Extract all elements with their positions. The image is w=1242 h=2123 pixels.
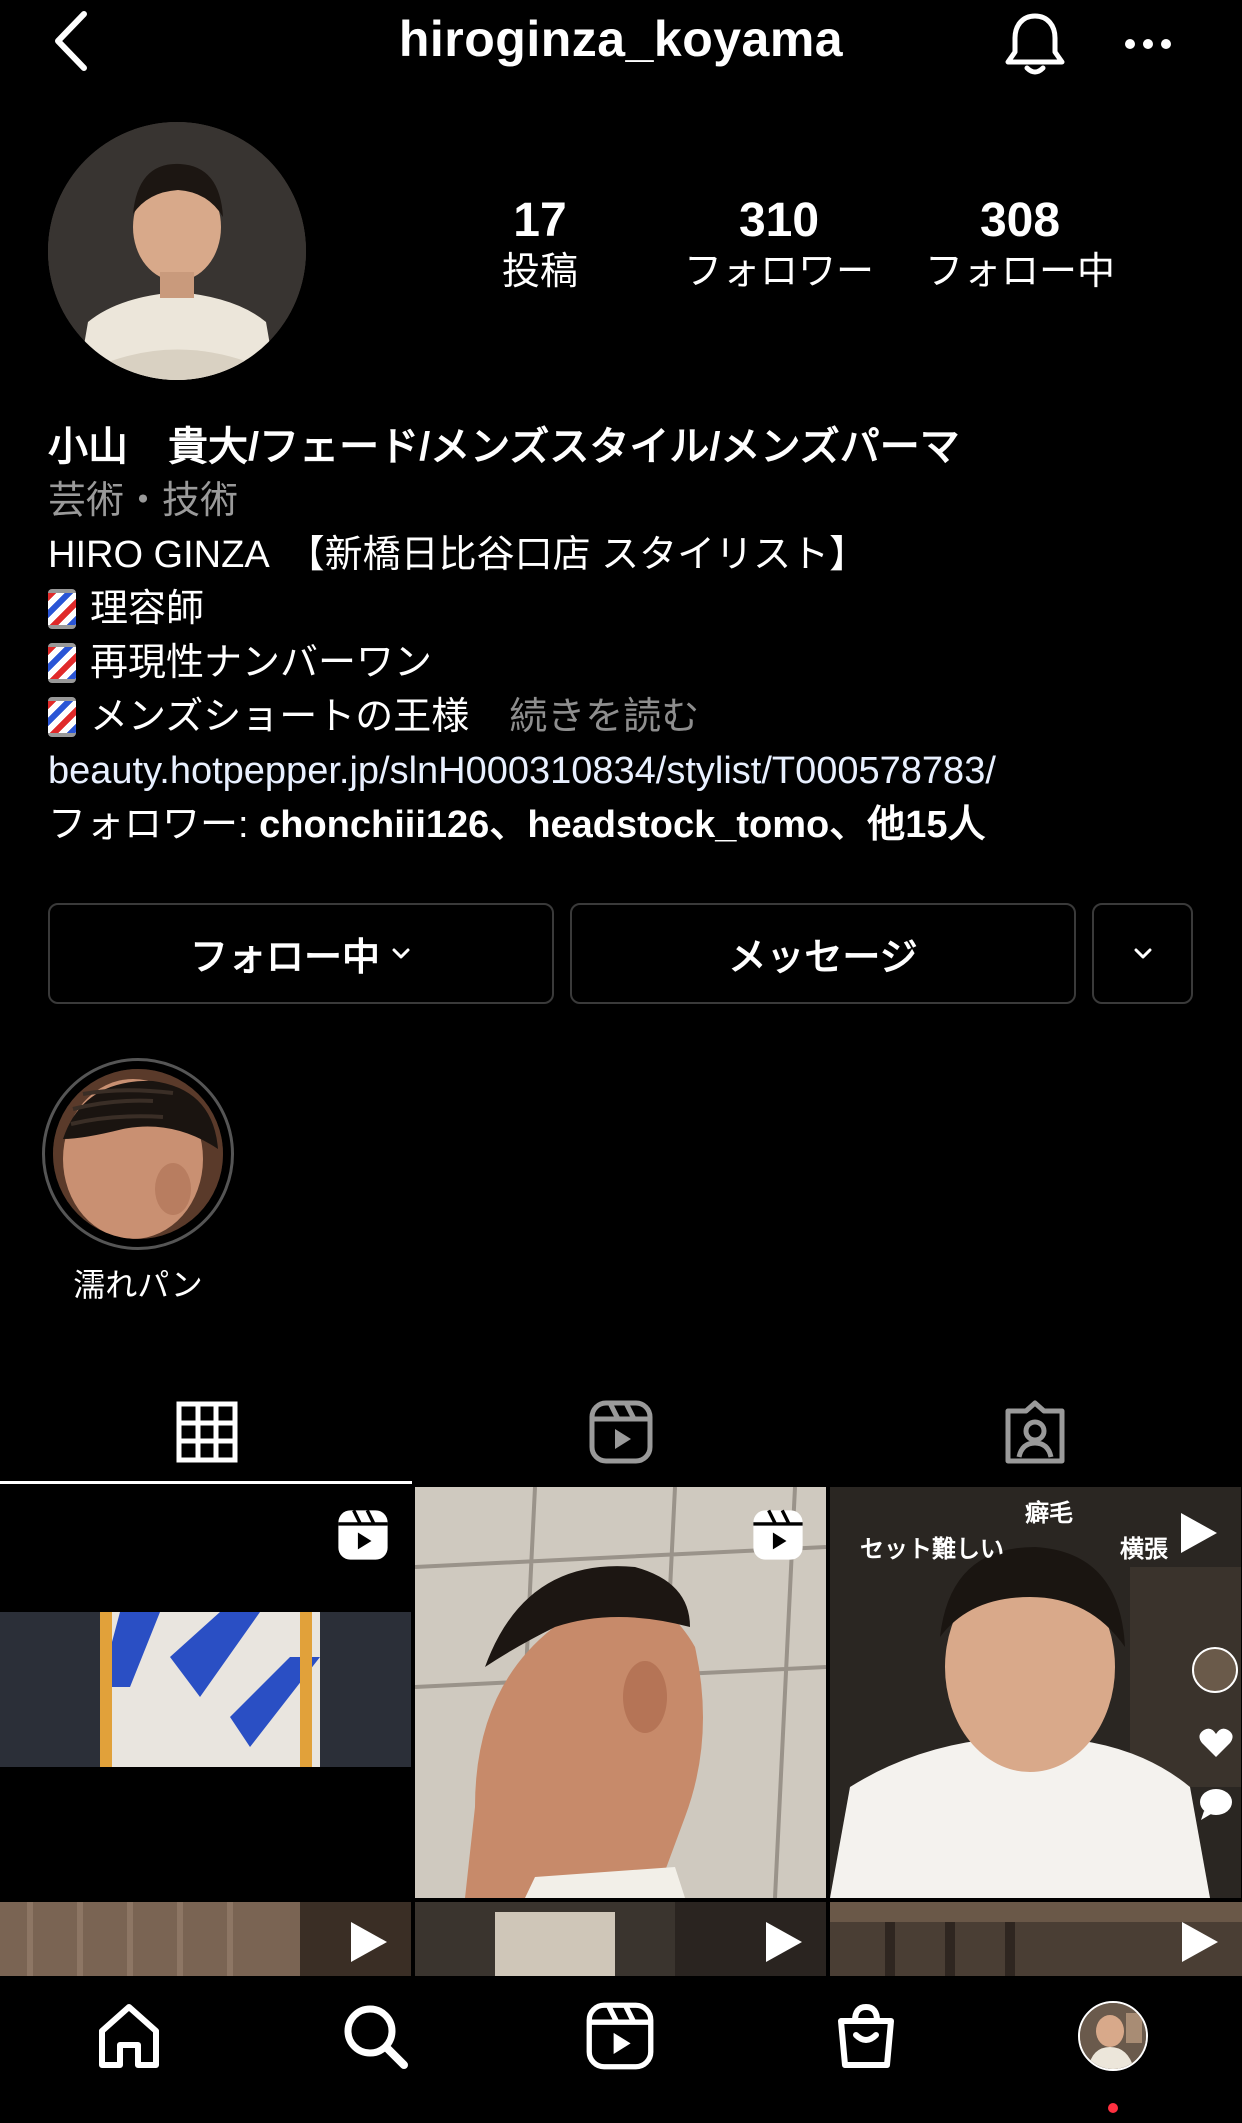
profile-avatar[interactable] [48,122,306,380]
post-thumbnail[interactable] [415,1487,826,1898]
search-icon [340,2001,410,2071]
followers-count[interactable]: 310 フォロワー [669,194,889,296]
reels-icon [750,1507,806,1563]
followed-by-names: chonchiii126、headstock_tomo、他15人 [259,804,986,846]
following-button[interactable]: フォロー中 [48,903,554,1004]
profile-tabs [0,1380,1242,1484]
post-thumbnail[interactable]: 癖毛 セット難しい 横張 [830,1487,1241,1898]
followers-value: 310 [738,194,820,247]
bio-line-3: 再現性ナンバーワン [48,636,1218,690]
post-overlay-text-top: 癖毛 [1025,1500,1073,1527]
profile-avatar-icon [1078,2001,1148,2071]
reels-icon [335,1507,391,1563]
reels-icon [588,1399,654,1465]
tab-tagged[interactable] [828,1380,1242,1484]
following-label: フォロー中 [924,251,1115,294]
shopping-bag-icon [831,2001,901,2071]
profile-full-name: 小山 貴大/フェード/メンズスタイル/メンズパーマ [48,425,960,469]
followed-by-prefix: フォロワー: [48,804,260,846]
chevron-down-icon [390,943,412,965]
notification-dot [1108,2103,1118,2113]
bottom-navigation [0,1976,1242,2123]
message-button-label: メッセージ [728,937,918,979]
suggested-accounts-button[interactable] [1092,903,1193,1004]
active-tab-indicator [0,1481,412,1484]
barber-pole-icon [48,697,76,737]
bio-line-3-text: 再現性ナンバーワン [90,642,433,684]
nav-reels[interactable] [580,1996,660,2076]
post-thumbnail[interactable] [0,1487,411,1898]
story-highlight[interactable] [42,1058,234,1250]
bio-line-4: メンズショートの王様 続きを読む [48,690,1218,744]
post-thumbnail[interactable] [0,1902,411,1976]
following-value: 308 [979,194,1061,247]
play-icon [343,1918,391,1966]
nav-profile[interactable] [1073,1996,1153,2076]
heart-icon [1198,1727,1234,1759]
chevron-down-icon [1132,943,1154,965]
play-icon [1173,1509,1221,1557]
bio-external-link[interactable]: beauty.hotpepper.jp/slnH000310834/stylis… [48,744,1218,798]
reels-icon [585,2001,655,2071]
profile-bio: 小山 貴大/フェード/メンズスタイル/メンズパーマ 芸術・技術 HIRO GIN… [48,420,1218,852]
bio-line-2-text: 理容師 [90,588,205,630]
bio-line-1: HIRO GINZA 【新橋日比谷口店 スタイリスト】 [48,534,868,576]
top-bar: hiroginza_koyama [0,0,1242,90]
read-more-link[interactable]: 続きを読む [509,696,699,738]
ellipsis-icon[interactable] [1120,20,1176,70]
nav-shop[interactable] [826,1996,906,2076]
comment-icon [1198,1787,1234,1821]
post-thumbnail[interactable] [415,1902,826,1976]
post-thumbnail[interactable] [830,1902,1242,1976]
home-icon [94,2001,164,2071]
barber-pole-icon [48,589,76,629]
profile-category: 芸術・技術 [48,480,239,522]
posts-label: 投稿 [501,251,578,294]
bio-line-4-text: メンズショートの王様 [90,696,470,738]
tab-reels[interactable] [414,1380,828,1484]
followers-label: フォロワー [683,251,874,294]
highlight-cover [53,1069,223,1239]
bio-line-2: 理容師 [48,582,1218,636]
barber-pole-icon [48,643,76,683]
creator-avatar [1192,1647,1238,1693]
tab-posts-grid[interactable] [0,1380,414,1484]
play-icon [758,1918,806,1966]
nav-search[interactable] [335,1996,415,2076]
bell-icon[interactable] [1000,10,1070,80]
grid-icon [176,1401,238,1463]
tagged-icon [1002,1399,1068,1465]
followed-by[interactable]: フォロワー: chonchiii126、headstock_tomo、他15人 [48,798,1218,852]
post-overlay-text-right: 横張 [1120,1536,1168,1563]
post-overlay-text-left: セット難しい [860,1536,1004,1563]
play-icon [1174,1918,1222,1966]
following-button-label: フォロー中 [189,937,380,979]
posts-count: 17 投稿 [430,194,650,296]
nav-home[interactable] [89,1996,169,2076]
message-button[interactable]: メッセージ [570,903,1076,1004]
following-count[interactable]: 308 フォロー中 [910,194,1130,296]
highlight-label: 濡れパン [73,1267,203,1303]
posts-value: 17 [513,194,567,247]
